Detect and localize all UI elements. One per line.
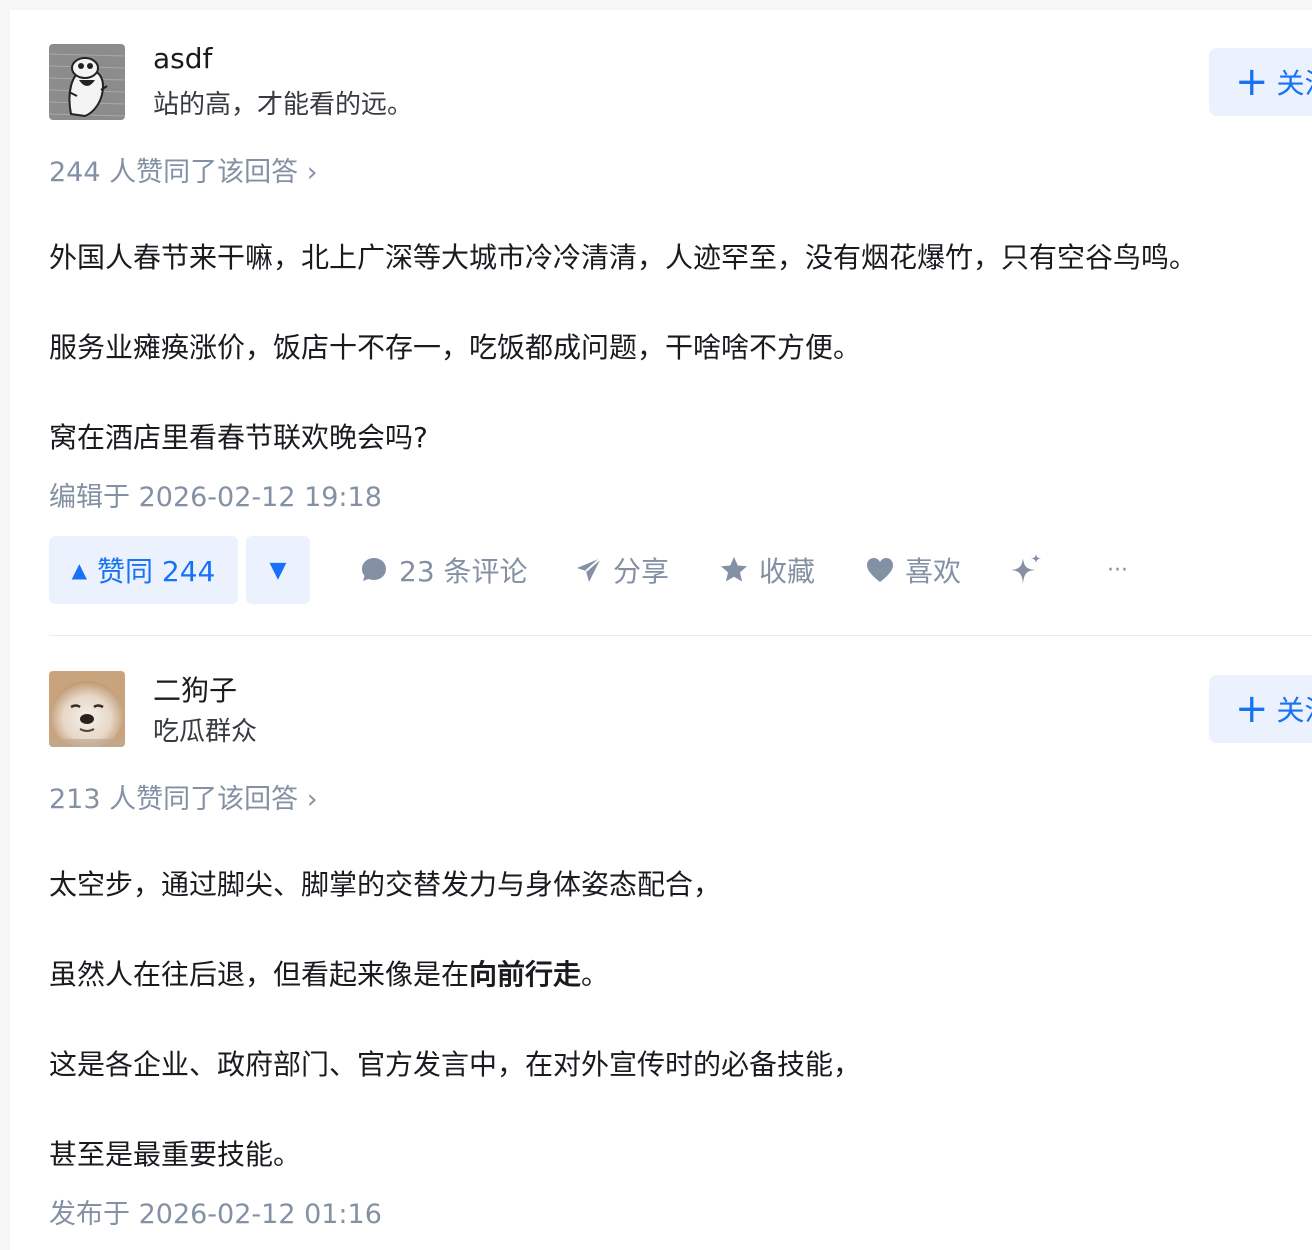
like-button[interactable]: 喜欢 <box>865 536 961 604</box>
edit-time[interactable]: 编辑于 2026-02-12 19:18 <box>49 475 382 514</box>
answer-paragraph: 甚至是最重要技能。 <box>49 1138 302 1171</box>
ellipsis-icon: ··· <box>1107 557 1128 583</box>
paragraph-text: 虽然人在往后退，但看起来像是在 <box>49 958 470 991</box>
favorite-button[interactable]: 收藏 <box>719 536 815 604</box>
triangle-down-icon: ▼ <box>269 557 287 583</box>
paper-plane-icon <box>577 557 602 582</box>
cartoon-avatar-icon <box>49 44 125 120</box>
dog-photo-avatar-icon <box>49 671 125 747</box>
comments-button[interactable]: 23 条评论 <box>359 536 528 604</box>
answer-paragraph: 服务业瘫痪涨价，饭店十不存一，吃饭都成问题，干啥啥不方便。 <box>49 331 862 364</box>
author-name[interactable]: asdf <box>153 42 212 75</box>
more-button[interactable]: ··· <box>1107 536 1128 604</box>
action-bar: ▲ 赞同 244 ▼ 23 条评论 分享 收藏 喜欢 ··· <box>49 536 1249 604</box>
bold-text: 向前行走 <box>469 958 582 991</box>
answer-paragraph: 这是各企业、政府部门、官方发言中，在对外宣传时的必备技能， <box>49 1048 862 1081</box>
follow-label: 关注 <box>1276 67 1312 100</box>
share-label: 分享 <box>613 555 670 588</box>
author-avatar[interactable] <box>49 44 125 120</box>
ai-button[interactable] <box>1009 536 1055 604</box>
upvote-summary-link[interactable]: 213 人赞同了该回答 › <box>49 777 318 816</box>
answer-divider <box>49 635 1312 636</box>
publish-time[interactable]: 发布于 2026-02-12 01:16 <box>49 1192 382 1231</box>
author-bio: 吃瓜群众 <box>153 717 258 747</box>
downvote-button[interactable]: ▼ <box>246 536 310 604</box>
author-name[interactable]: 二狗子 <box>153 669 237 709</box>
upvote-label: 赞同 244 <box>97 555 216 588</box>
upvote-button[interactable]: ▲ 赞同 244 <box>49 536 238 604</box>
answer-paragraph: 外国人春节来干嘛，北上广深等大城市冷冷清清，人迹罕至，没有烟花爆竹，只有空谷鸟鸣… <box>49 241 1198 274</box>
favorite-label: 收藏 <box>759 555 816 588</box>
author-bio: 站的高，才能看的远。 <box>153 90 414 120</box>
upvote-summary-link[interactable]: 244 人赞同了该回答 › <box>49 150 318 189</box>
plus-icon: + <box>1235 59 1269 105</box>
follow-label: 关注 <box>1276 694 1312 727</box>
author-avatar[interactable] <box>49 671 125 747</box>
paragraph-text: 。 <box>581 958 610 991</box>
triangle-up-icon: ▲ <box>71 558 88 582</box>
follow-button[interactable]: + 关注 <box>1209 675 1312 743</box>
share-button[interactable]: 分享 <box>575 536 669 604</box>
sparkle-icon <box>1011 554 1041 584</box>
like-label: 喜欢 <box>905 555 962 588</box>
answer-paragraph: 太空步，通过脚尖、脚掌的交替发力与身体姿态配合， <box>49 868 722 901</box>
answer-paragraph: 窝在酒店里看春节联欢晚会吗? <box>49 421 428 454</box>
comment-bubble-icon <box>362 558 386 581</box>
heart-icon <box>867 558 893 582</box>
plus-icon: + <box>1235 686 1269 732</box>
star-icon <box>721 557 747 582</box>
answer-paragraph: 虽然人在往后退，但看起来像是在向前行走。 <box>49 953 609 993</box>
follow-button[interactable]: + 关注 <box>1209 48 1312 116</box>
comments-label: 23 条评论 <box>399 555 528 588</box>
answer-list: asdf 站的高，才能看的远。 + 关注 244 人赞同了该回答 › 外国人春节… <box>10 10 1312 1250</box>
